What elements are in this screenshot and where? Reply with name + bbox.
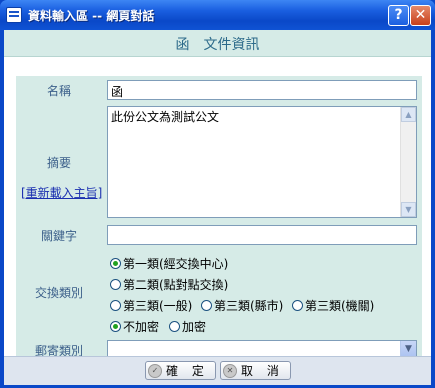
radio-icon[interactable] <box>110 300 121 311</box>
summary-scrollbar[interactable]: ▲ ▼ <box>400 107 416 217</box>
exchange-option-5[interactable]: 第三類(機關) <box>292 297 374 314</box>
check-icon: ✓ <box>148 363 162 378</box>
ok-button[interactable]: ✓ 確 定 <box>145 361 216 380</box>
window-icon <box>6 7 22 23</box>
title-bar[interactable]: 資料輸入區 -- 網頁對話 ? ✕ <box>0 0 435 30</box>
exchange-option-4[interactable]: 第三類(縣市) <box>201 297 283 314</box>
radio-selected-icon[interactable] <box>110 258 121 269</box>
help-button[interactable]: ? <box>388 5 409 26</box>
dialog-window: 資料輸入區 -- 網頁對話 ? ✕ 函 文件資訊 名稱 函 摘要 [重新載入主旨… <box>0 0 435 388</box>
button-bar: ✓ 確 定 ✕ 取 消 <box>4 356 431 385</box>
name-input[interactable]: 函 <box>107 80 417 100</box>
summary-label: 摘要 <box>46 156 71 170</box>
radio-icon[interactable] <box>201 300 212 311</box>
radio-icon[interactable] <box>110 279 121 290</box>
close-button[interactable]: ✕ <box>410 5 431 26</box>
radio-icon[interactable] <box>169 321 180 332</box>
header-band: 函 文件資訊 <box>4 30 431 57</box>
dialog-content: 函 文件資訊 名稱 函 摘要 [重新載入主旨] 此份公文為測試公文 ▲ ▼ 關鍵… <box>4 30 431 385</box>
page-title: 函 文件資訊 <box>175 37 260 53</box>
keywords-input[interactable] <box>107 225 417 245</box>
cancel-button[interactable]: ✕ 取 消 <box>220 361 291 380</box>
document-info-form: 名稱 函 摘要 [重新載入主旨] 此份公文為測試公文 ▲ ▼ 關鍵字 交換類別 … <box>16 76 422 366</box>
radio-icon[interactable] <box>292 300 303 311</box>
summary-text: 此份公文為測試公文 <box>111 110 220 124</box>
exchange-label: 交換類別 <box>34 286 83 300</box>
window-title: 資料輸入區 -- 網頁對話 <box>28 9 155 23</box>
encrypt-option-on[interactable]: 加密 <box>169 318 206 335</box>
exchange-option-3[interactable]: 第三類(一般) <box>110 297 192 314</box>
name-label: 名稱 <box>46 84 71 98</box>
scroll-up-icon[interactable]: ▲ <box>401 107 416 122</box>
reload-subject-link[interactable]: [重新載入主旨] <box>21 184 102 201</box>
encrypt-option-none[interactable]: 不加密 <box>110 318 159 335</box>
cancel-icon: ✕ <box>223 363 237 378</box>
scroll-down-icon[interactable]: ▼ <box>401 202 416 217</box>
radio-selected-icon[interactable] <box>110 321 121 332</box>
exchange-option-1[interactable]: 第一類(經交換中心) <box>110 255 228 272</box>
summary-textarea[interactable]: 此份公文為測試公文 ▲ ▼ <box>107 106 417 218</box>
exchange-option-2[interactable]: 第二類(點對點交換) <box>110 276 228 293</box>
keywords-label: 關鍵字 <box>40 229 77 243</box>
